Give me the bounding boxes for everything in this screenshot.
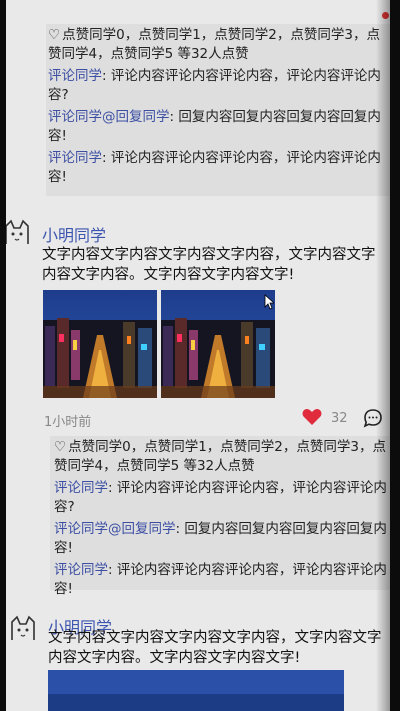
comment-item[interactable]: 评论同学: 评论内容评论内容评论内容，评论内容评论内容! xyxy=(48,149,390,187)
comment-item[interactable]: 评论同学: 评论内容评论内容评论内容，评论内容评论内容? xyxy=(48,67,390,105)
comment-item[interactable]: 评论同学: 评论内容评论内容评论内容，评论内容评论内容! xyxy=(54,561,388,599)
post-image[interactable] xyxy=(48,670,344,711)
comment-box: ♡ 点赞同学0，点赞同学1，点赞同学2，点赞同学3，点赞同学4，点赞同学5 等32… xyxy=(50,436,390,597)
cat-avatar-icon[interactable] xyxy=(6,218,32,248)
post-text: 文字内容文字内容文字内容文字内容，文字内容文字内容文字内容。文字内容文字内容文字… xyxy=(48,630,382,666)
post-image[interactable] xyxy=(161,290,275,398)
heart-icon[interactable] xyxy=(302,408,322,426)
likes-line[interactable]: ♡ 点赞同学0，点赞同学1，点赞同学2，点赞同学3，点赞同学4，点赞同学5 等32… xyxy=(48,26,390,64)
heart-outline-icon: ♡ xyxy=(48,27,61,43)
notification-dot xyxy=(382,12,389,19)
post-image[interactable] xyxy=(43,290,157,398)
comment-item[interactable]: 评论同学: 评论内容评论内容评论内容，评论内容评论内容? xyxy=(54,479,388,517)
comment-bubble-icon[interactable] xyxy=(363,408,383,428)
post-time: 1小时前 xyxy=(44,415,92,430)
heart-outline-icon: ♡ xyxy=(54,439,67,455)
comment-item[interactable]: 评论同学@回复同学: 回复内容回复内容回复内容回复内容! xyxy=(54,520,388,558)
comment-item[interactable]: 评论同学@回复同学: 回复内容回复内容回复内容回复内容! xyxy=(48,108,390,146)
like-count: 32 xyxy=(331,411,348,426)
likes-line[interactable]: ♡ 点赞同学0，点赞同学1，点赞同学2，点赞同学3，点赞同学4，点赞同学5 等32… xyxy=(54,438,388,476)
phone-screen: ♡ 点赞同学0，点赞同学1，点赞同学2，点赞同学3，点赞同学4，点赞同学5 等32… xyxy=(6,0,390,711)
cat-avatar-icon[interactable] xyxy=(8,614,38,644)
post-text: 文字内容文字内容文字内容文字内容，文字内容文字内容文字内容。文字内容文字内容文字… xyxy=(42,247,376,283)
username[interactable]: 小明同学 xyxy=(42,222,106,246)
mouse-cursor-icon xyxy=(264,294,274,310)
comment-box: ♡ 点赞同学0，点赞同学1，点赞同学2，点赞同学3，点赞同学4，点赞同学5 等32… xyxy=(46,24,390,196)
